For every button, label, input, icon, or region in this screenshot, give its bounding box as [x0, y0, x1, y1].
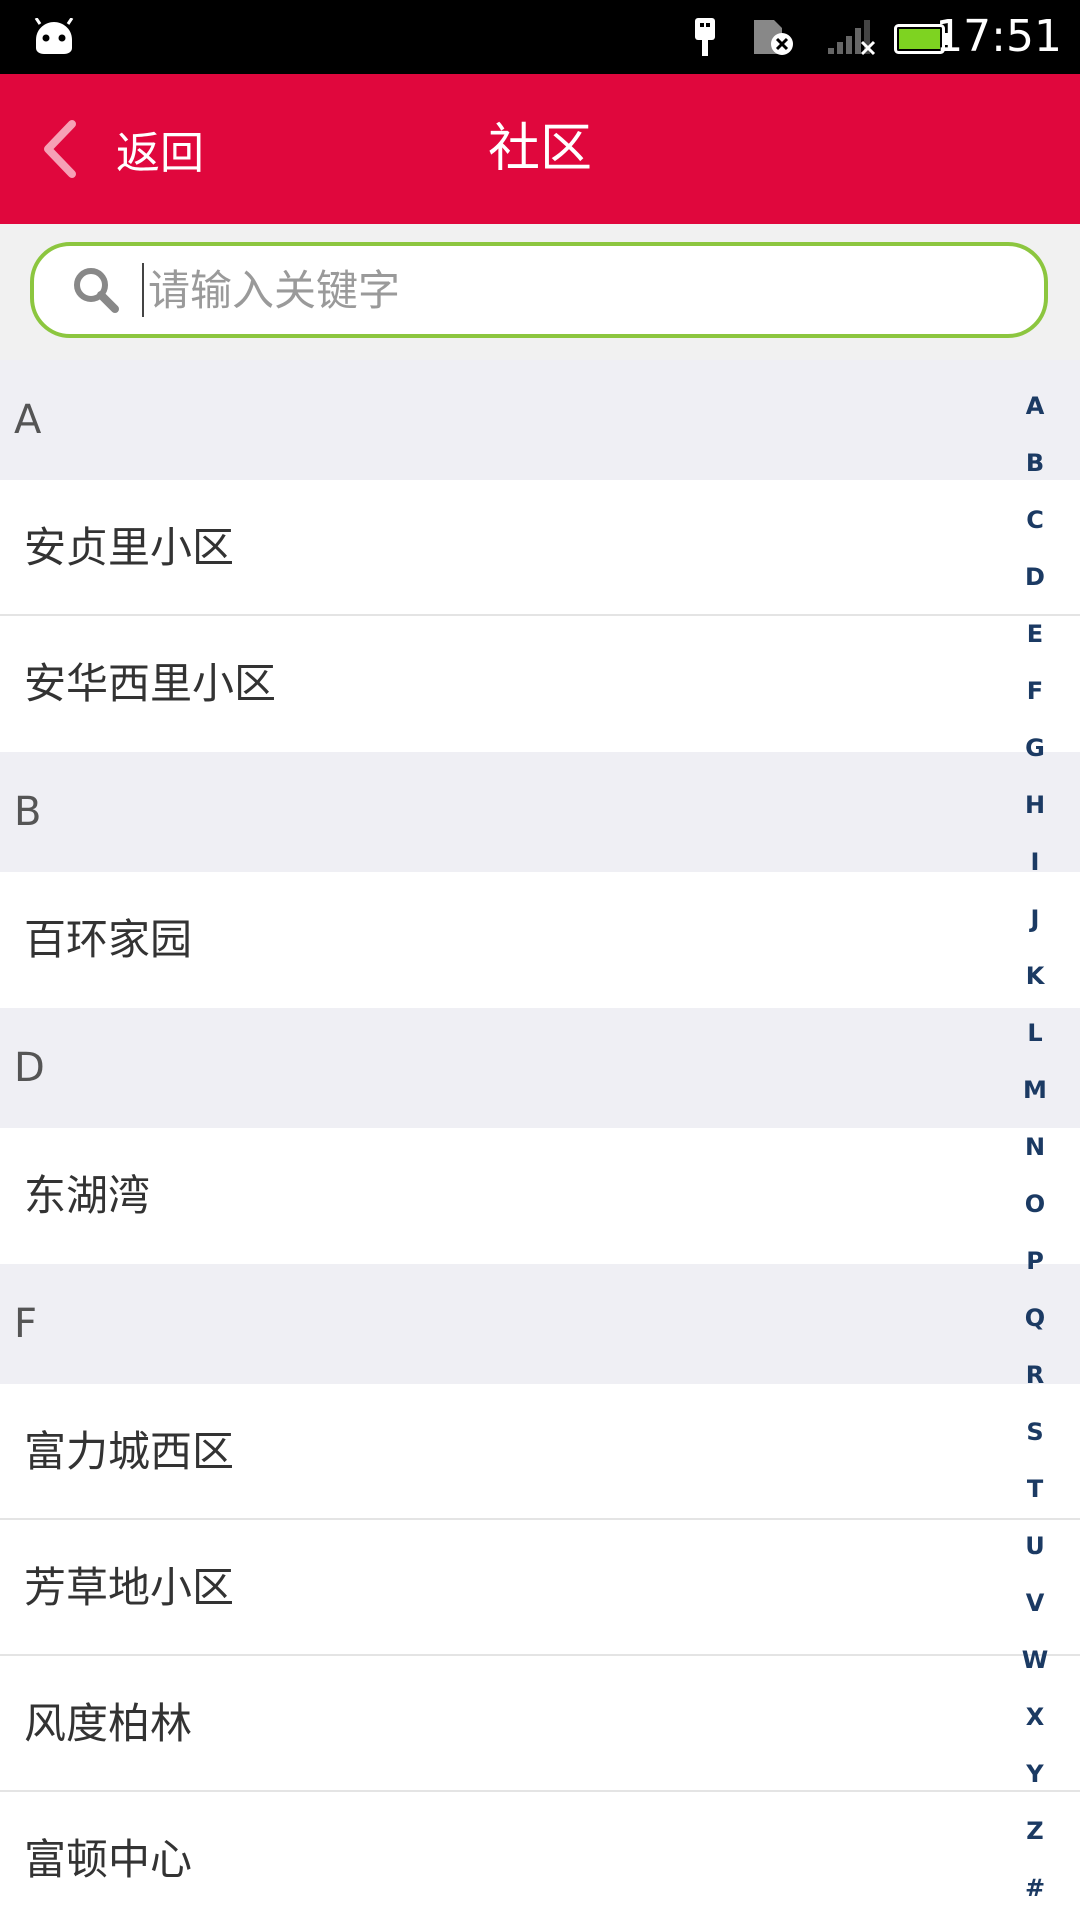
index-letter-k[interactable]: K — [1026, 948, 1045, 1005]
list-item[interactable]: 安华西里小区 — [0, 616, 1080, 752]
section-letter: B — [14, 789, 42, 835]
list-item[interactable]: 风度柏林 — [0, 1656, 1080, 1792]
list-item[interactable]: 富顿中心 — [0, 1792, 1080, 1928]
community-name: 富力城西区 — [24, 1427, 235, 1476]
list-item[interactable]: 安贞里小区 — [0, 480, 1080, 616]
index-letter-w[interactable]: W — [1022, 1632, 1048, 1689]
list-item[interactable]: 芳草地小区 — [0, 1520, 1080, 1656]
search-box[interactable] — [30, 242, 1048, 338]
index-letter-r[interactable]: R — [1026, 1347, 1044, 1404]
back-label: 返回 — [116, 128, 204, 179]
community-name: 安华西里小区 — [24, 659, 277, 708]
index-letter-c[interactable]: C — [1026, 492, 1044, 549]
index-letter-p[interactable]: P — [1026, 1233, 1044, 1290]
index-letter-o[interactable]: O — [1025, 1176, 1045, 1233]
section-letter: D — [14, 1045, 45, 1091]
community-list[interactable]: A 安贞里小区 安华西里小区 B 百环家园 D 东湖湾 F 富力城西区 芳草地小… — [0, 360, 1080, 1928]
status-clock: 17:51 — [935, 11, 1062, 62]
back-button[interactable]: 返回 — [30, 74, 204, 224]
index-letter-i[interactable]: I — [1031, 834, 1040, 891]
index-letter-f[interactable]: F — [1027, 663, 1043, 720]
text-cursor — [142, 263, 144, 317]
section-header-a: A — [0, 360, 1080, 480]
section-letter: F — [14, 1301, 38, 1347]
index-letter-hash[interactable]: # — [1025, 1860, 1045, 1917]
index-letter-v[interactable]: V — [1026, 1575, 1045, 1632]
section-header-f: F — [0, 1264, 1080, 1384]
index-letter-n[interactable]: N — [1025, 1119, 1045, 1176]
community-name: 东湖湾 — [24, 1171, 151, 1220]
search-input[interactable] — [146, 264, 970, 316]
android-icon — [30, 17, 78, 62]
index-letter-t[interactable]: T — [1027, 1461, 1043, 1518]
usb-icon — [690, 16, 720, 62]
section-header-b: B — [0, 752, 1080, 872]
index-letter-x[interactable]: X — [1026, 1689, 1045, 1746]
index-letter-s[interactable]: S — [1026, 1404, 1043, 1461]
index-letter-g[interactable]: G — [1025, 720, 1045, 777]
title-bar: 返回 社区 — [0, 74, 1080, 224]
list-item[interactable]: 富力城西区 — [0, 1384, 1080, 1520]
section-header-d: D — [0, 1008, 1080, 1128]
list-item[interactable]: 百环家园 — [0, 872, 1080, 1008]
index-letter-j[interactable]: J — [1031, 891, 1040, 948]
community-name: 风度柏林 — [24, 1699, 193, 1748]
community-name: 百环家园 — [24, 915, 193, 964]
signal-weak-icon — [826, 20, 878, 60]
index-letter-e[interactable]: E — [1027, 606, 1043, 663]
community-name: 芳草地小区 — [24, 1563, 235, 1612]
search-area — [0, 224, 1080, 360]
chevron-left-icon — [30, 114, 90, 184]
index-letter-d[interactable]: D — [1025, 549, 1045, 606]
list-item[interactable]: 东湖湾 — [0, 1128, 1080, 1264]
index-letter-l[interactable]: L — [1027, 1005, 1042, 1062]
sim-card-off-icon — [750, 16, 796, 62]
status-bar: 17:51 — [0, 0, 1080, 74]
index-letter-h[interactable]: H — [1025, 777, 1045, 834]
index-letter-y[interactable]: Y — [1026, 1746, 1043, 1803]
index-letter-b[interactable]: B — [1026, 435, 1044, 492]
index-letter-z[interactable]: Z — [1026, 1803, 1043, 1860]
community-name: 安贞里小区 — [24, 523, 235, 572]
index-letter-u[interactable]: U — [1025, 1518, 1045, 1575]
index-letter-q[interactable]: Q — [1025, 1290, 1045, 1347]
index-letter-a[interactable]: A — [1026, 378, 1045, 435]
community-name: 富顿中心 — [24, 1835, 193, 1884]
index-letter-m[interactable]: M — [1023, 1062, 1047, 1119]
section-letter: A — [14, 397, 42, 443]
search-icon — [68, 262, 124, 318]
alphabet-index[interactable]: A B C D E F G H I J K L M N O P Q R S T … — [1010, 378, 1060, 1917]
